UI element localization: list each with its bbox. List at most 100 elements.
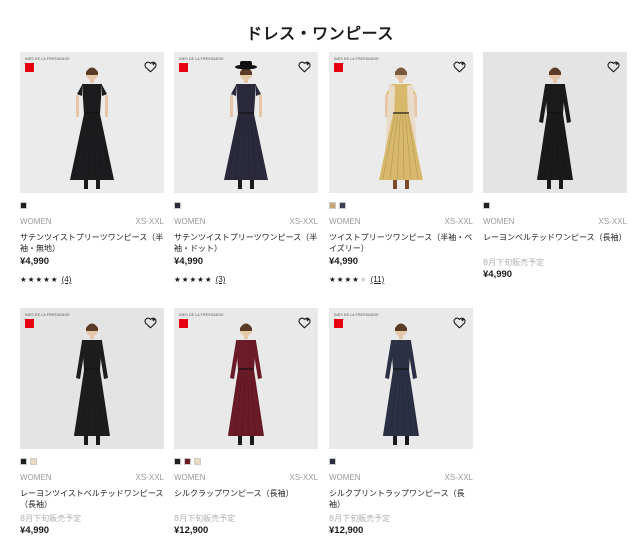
product-category: WOMEN [20, 473, 52, 482]
favorite-heart-icon[interactable] [453, 314, 466, 329]
color-swatch[interactable] [20, 458, 27, 465]
color-swatches [20, 458, 164, 465]
product-name[interactable]: レーヨンツイストベルテッドワンピース（長袖） [20, 488, 164, 510]
stars-filled: ★★★★★ [20, 275, 59, 284]
color-swatch[interactable] [339, 202, 346, 209]
product-card[interactable]: INES DE LA FRESSANGE WOMEN XS-XXL サテンツイストプリ… [174, 52, 318, 284]
product-name[interactable]: サテンツイストプリーツワンピース（半袖・ドット） [174, 232, 318, 254]
product-image[interactable]: INES DE LA FRESSANGE [174, 308, 318, 449]
sale-notice: 8月下旬販売予定 [329, 514, 391, 523]
product-size-range: XS-XXL [598, 217, 627, 226]
product-name[interactable]: シルクラップワンピース（長袖） [174, 488, 318, 510]
product-image[interactable]: INES DE LA FRESSANGE [329, 52, 473, 193]
uniqlo-logo [334, 63, 343, 72]
color-swatch[interactable] [174, 458, 181, 465]
color-swatches [329, 202, 473, 209]
product-meta: WOMEN XS-XXL [20, 473, 164, 482]
product-card[interactable]: INES DE LA FRESSANGE WOMEN XS-XXL シルクプリントラッ… [329, 308, 473, 536]
star-rating-icon: ★★★★★ [20, 275, 59, 284]
ines-logo: INES DE LA FRESSANGE [179, 313, 224, 317]
product-category: WOMEN [329, 473, 361, 482]
model-photo [174, 308, 318, 449]
ines-logo: INES DE LA FRESSANGE [25, 313, 70, 317]
product-meta: WOMEN XS-XXL [20, 217, 164, 226]
product-name[interactable]: ツイストプリーツワンピース（半袖・ペイズリー） [329, 232, 473, 254]
review-count-link[interactable]: (4) [62, 275, 72, 284]
color-swatch[interactable] [20, 202, 27, 209]
product-price: ¥12,900 [329, 525, 364, 536]
product-category: WOMEN [329, 217, 361, 226]
favorite-heart-icon[interactable] [607, 58, 620, 73]
product-name[interactable]: レーヨンベルテッドワンピース（長袖） [483, 232, 627, 254]
product-image[interactable]: INES DE LA FRESSANGE [174, 52, 318, 193]
uniqlo-logo [179, 319, 188, 328]
product-category: WOMEN [20, 217, 52, 226]
ines-logo: INES DE LA FRESSANGE [334, 57, 379, 61]
product-card[interactable]: INES DE LA FRESSANGE WOMEN XS-XXL シルクラップワンピ… [174, 308, 318, 536]
product-size-range: XS-XXL [444, 473, 473, 482]
brand-logos: INES DE LA FRESSANGE [25, 313, 70, 328]
product-image[interactable]: INES DE LA FRESSANGE [329, 308, 473, 449]
ines-logo: INES DE LA FRESSANGE [179, 57, 224, 61]
favorite-heart-icon[interactable] [144, 314, 157, 329]
product-name[interactable]: サテンツイストプリーツワンピース（半袖・無地） [20, 232, 164, 254]
product-card[interactable]: INES DE LA FRESSANGE WOMEN XS-XXL ツイストプリーツワ… [329, 52, 473, 284]
color-swatches [20, 202, 164, 209]
stars-filled: ★★★★★ [174, 275, 213, 284]
rating: ★★★★★ (4) [20, 275, 164, 284]
brand-logos: INES DE LA FRESSANGE [179, 313, 224, 328]
product-size-range: XS-XXL [135, 217, 164, 226]
brand-logos: INES DE LA FRESSANGE [334, 57, 379, 72]
product-category: WOMEN [483, 217, 515, 226]
model-photo [20, 52, 164, 193]
review-count-link[interactable]: (11) [371, 275, 385, 284]
uniqlo-logo [25, 319, 34, 328]
color-swatch[interactable] [30, 458, 37, 465]
product-image[interactable]: INES DE LA FRESSANGE [20, 52, 164, 193]
product-size-range: XS-XXL [289, 473, 318, 482]
product-price: ¥4,990 [483, 269, 513, 280]
product-meta: WOMEN XS-XXL [174, 473, 318, 482]
uniqlo-logo [334, 319, 343, 328]
color-swatch[interactable] [329, 458, 336, 465]
favorite-heart-icon[interactable] [298, 314, 311, 329]
color-swatch[interactable] [184, 458, 191, 465]
color-swatch[interactable] [174, 202, 181, 209]
product-category: WOMEN [174, 217, 206, 226]
color-swatches [483, 202, 627, 209]
product-price: ¥4,990 [174, 256, 204, 267]
star-rating-icon: ★★★★★ [174, 275, 213, 284]
favorite-heart-icon[interactable] [298, 58, 311, 73]
product-meta: WOMEN XS-XXL [174, 217, 318, 226]
uniqlo-logo [25, 63, 34, 72]
color-swatch[interactable] [194, 458, 201, 465]
product-card[interactable]: INES DE LA FRESSANGE WOMEN XS-XXL レーヨンツイストベ… [20, 308, 164, 536]
model-photo [483, 52, 627, 193]
product-card[interactable]: INES DE LA FRESSANGE WOMEN XS-XXL サテンツイストプリ… [20, 52, 164, 284]
product-price: ¥4,990 [20, 525, 50, 536]
color-swatch[interactable] [483, 202, 490, 209]
color-swatch[interactable] [329, 202, 336, 209]
color-swatches [174, 202, 318, 209]
product-meta: WOMEN XS-XXL [483, 217, 627, 226]
ines-logo: INES DE LA FRESSANGE [334, 313, 379, 317]
product-image[interactable] [483, 52, 627, 193]
review-count-link[interactable]: (3) [216, 275, 226, 284]
sale-notice: 8月下旬販売予定 [20, 514, 82, 523]
favorite-heart-icon[interactable] [453, 58, 466, 73]
product-category: WOMEN [174, 473, 206, 482]
product-image[interactable]: INES DE LA FRESSANGE [20, 308, 164, 449]
product-name[interactable]: シルクプリントラップワンピース（長袖） [329, 488, 473, 510]
rating: ★★★★★ (11) [329, 275, 473, 284]
product-size-range: XS-XXL [135, 473, 164, 482]
brand-logos: INES DE LA FRESSANGE [334, 313, 379, 328]
favorite-heart-icon[interactable] [144, 58, 157, 73]
brand-logos: INES DE LA FRESSANGE [25, 57, 70, 72]
sale-notice: 8月下旬販売予定 [174, 514, 236, 523]
model-photo [20, 308, 164, 449]
product-size-range: XS-XXL [289, 217, 318, 226]
brand-logos: INES DE LA FRESSANGE [179, 57, 224, 72]
rating: ★★★★★ (3) [174, 275, 318, 284]
product-card[interactable]: WOMEN XS-XXL レーヨンベルテッドワンピース（長袖） 8月下旬販売予定 ¥4,… [483, 52, 627, 280]
stars-filled: ★★★★ [329, 275, 360, 284]
